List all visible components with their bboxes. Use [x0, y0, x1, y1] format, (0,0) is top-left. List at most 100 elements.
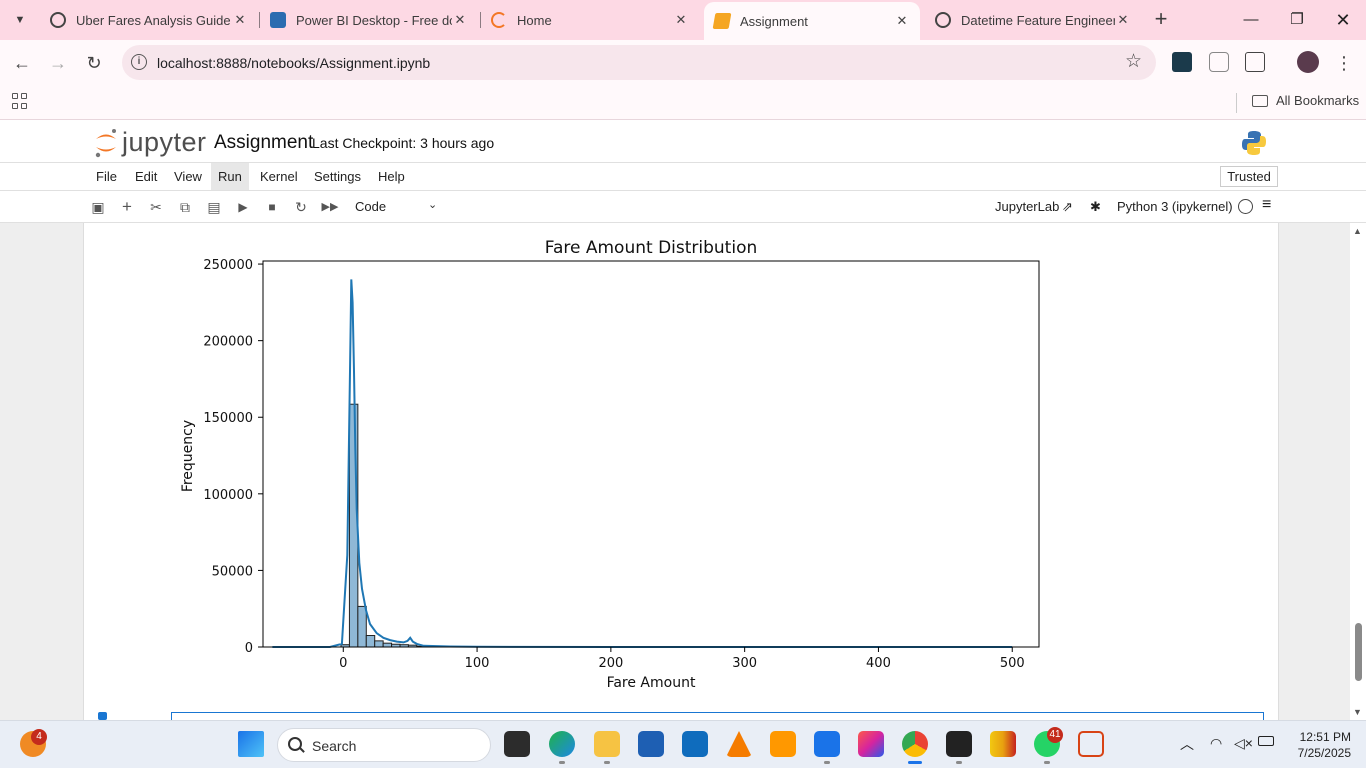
all-bookmarks-label: All Bookmarks — [1276, 93, 1360, 108]
address-bar[interactable]: i localhost:8888/notebooks/Assignment.ip… — [122, 45, 1156, 80]
debugger-icon[interactable]: ✱ — [1090, 199, 1101, 215]
notification-badge: 4 — [31, 729, 47, 745]
tab-home[interactable]: Home ✕ — [481, 0, 699, 40]
tab-power-bi[interactable]: Power BI Desktop - Free dow ✕ — [260, 0, 478, 40]
whatsapp-badge: 41 — [1047, 727, 1063, 743]
reload-icon[interactable]: ↻ — [81, 50, 107, 76]
chevron-down-icon[interactable]: ⌄ — [428, 198, 437, 211]
windows-start-icon[interactable] — [238, 731, 264, 757]
menu-view[interactable]: View — [167, 163, 209, 190]
file-explorer-icon[interactable] — [594, 731, 620, 757]
url-text[interactable]: localhost:8888/notebooks/Assignment.ipyn… — [157, 55, 430, 71]
scrollbar[interactable]: ▲ ▼ — [1350, 223, 1366, 720]
show-hidden-icons[interactable]: ︿ — [1180, 734, 1194, 754]
vscode-icon[interactable] — [814, 731, 840, 757]
menu-settings[interactable]: Settings — [307, 163, 368, 190]
x-tick-label: 200 — [598, 656, 623, 671]
scroll-down-icon[interactable]: ▼ — [1353, 707, 1362, 717]
close-icon[interactable]: ✕ — [894, 13, 910, 29]
menu-file[interactable]: File — [89, 163, 124, 190]
terminal-icon[interactable] — [946, 731, 972, 757]
close-icon[interactable]: ✕ — [673, 12, 689, 28]
scroll-thumb[interactable] — [1355, 623, 1362, 681]
menu-run[interactable]: Run — [211, 163, 249, 190]
profile-avatar[interactable] — [1297, 51, 1319, 73]
camera-icon[interactable] — [1209, 52, 1229, 72]
tab-datetime[interactable]: Datetime Feature Engineerin ✕ — [925, 0, 1141, 40]
run-all-icon[interactable]: ▶▶ — [320, 197, 340, 217]
browser-tab-strip: ▼ Uber Fares Analysis Guide ✕ Power BI D… — [0, 0, 1366, 40]
task-view-icon[interactable] — [504, 731, 530, 757]
jupyter-logo[interactable]: jupyter — [94, 127, 207, 158]
stop-icon[interactable]: ■ — [262, 197, 282, 217]
wifi-icon[interactable]: ◠ — [1210, 735, 1222, 752]
power-bi-icon[interactable] — [990, 731, 1016, 757]
microsoft-icon — [270, 12, 286, 28]
edge-icon[interactable] — [549, 731, 575, 757]
hamburger-menu-icon[interactable]: ≡ — [1262, 196, 1271, 214]
tab-assignment[interactable]: Assignment ✕ — [704, 2, 920, 40]
cell-type-select[interactable]: Code — [355, 199, 386, 214]
forward-icon[interactable]: → — [45, 50, 71, 76]
menu-edit[interactable]: Edit — [128, 163, 164, 190]
divider — [1236, 93, 1237, 113]
menu-kernel[interactable]: Kernel — [253, 163, 305, 190]
extension-icon[interactable] — [1172, 52, 1192, 72]
tab-uber-fares[interactable]: Uber Fares Analysis Guide ✕ — [40, 0, 258, 40]
close-window-icon[interactable]: ✕ — [1328, 6, 1358, 34]
code-cell[interactable] — [171, 712, 1264, 720]
clock-time[interactable]: 12:51 PM — [1283, 730, 1351, 744]
outlook-icon[interactable] — [682, 731, 708, 757]
bookmark-star-icon[interactable]: ☆ — [1125, 50, 1142, 73]
notebook-panel: 0 100 200 300 400 500 0 50000 100000 150000 200000… — [83, 223, 1279, 720]
python-logo-icon — [1242, 131, 1266, 155]
close-icon[interactable]: ✕ — [452, 12, 468, 28]
minimize-icon[interactable]: — — [1236, 6, 1266, 34]
back-icon[interactable]: ← — [9, 50, 35, 76]
folder-icon — [1252, 94, 1268, 107]
external-link-icon[interactable]: ⇗ — [1062, 199, 1073, 215]
battery-icon[interactable] — [1258, 736, 1274, 746]
notebook-title[interactable]: Assignment — [214, 132, 313, 154]
close-icon[interactable]: ✕ — [232, 12, 248, 28]
last-checkpoint: Last Checkpoint: 3 hours ago — [312, 135, 495, 151]
jupyter-logo-icon — [95, 128, 116, 157]
store-icon[interactable] — [638, 731, 664, 757]
histogram-bar — [357, 605, 367, 648]
vlc-icon[interactable] — [726, 731, 752, 757]
run-icon[interactable]: ▶ — [233, 197, 253, 217]
apps-grid-icon[interactable] — [12, 93, 28, 109]
browser-menu-icon[interactable]: ⋮ — [1331, 50, 1357, 76]
trusted-indicator[interactable]: Trusted — [1220, 166, 1278, 187]
chrome-icon[interactable] — [902, 731, 928, 757]
active-cell-marker — [98, 712, 107, 720]
running-indicator — [1044, 761, 1050, 764]
kernel-name[interactable]: Python 3 (ipykernel) — [1117, 199, 1233, 214]
taskbar-search[interactable]: Search — [277, 728, 491, 762]
copy-icon[interactable]: ⧉ — [175, 197, 195, 217]
sublime-icon[interactable] — [770, 731, 796, 757]
save-icon[interactable]: ▣ — [88, 197, 108, 217]
restart-icon[interactable]: ↻ — [291, 197, 311, 217]
instagram-icon[interactable] — [858, 731, 884, 757]
close-icon[interactable]: ✕ — [1115, 12, 1131, 28]
notebook-toolbar: ▣ + ✂ ⧉ ▤ ▶ ■ ↻ ▶▶ Code ⌄ JupyterLab ⇗ ✱… — [0, 191, 1366, 223]
tab-title: Uber Fares Analysis Guide — [76, 12, 231, 28]
x-tick-label: 100 — [465, 656, 490, 671]
snipping-tool-icon[interactable] — [1078, 731, 1104, 757]
jupyterlab-link[interactable]: JupyterLab — [995, 199, 1059, 214]
volume-muted-icon[interactable]: ◁× — [1234, 735, 1253, 752]
clock-date[interactable]: 7/25/2025 — [1283, 746, 1351, 760]
extensions-puzzle-icon[interactable] — [1245, 52, 1265, 72]
cut-icon[interactable]: ✂ — [146, 197, 166, 217]
all-bookmarks-button[interactable]: All Bookmarks — [1252, 93, 1359, 108]
x-tick-label: 400 — [866, 656, 891, 671]
paste-icon[interactable]: ▤ — [204, 197, 224, 217]
scroll-up-icon[interactable]: ▲ — [1353, 226, 1362, 236]
new-tab-button[interactable]: + — [1149, 8, 1173, 32]
site-info-icon[interactable]: i — [131, 54, 147, 70]
menu-help[interactable]: Help — [371, 163, 412, 190]
add-cell-icon[interactable]: + — [117, 197, 137, 217]
tab-search-button[interactable]: ▼ — [6, 7, 34, 33]
restore-icon[interactable]: ❐ — [1282, 6, 1312, 34]
